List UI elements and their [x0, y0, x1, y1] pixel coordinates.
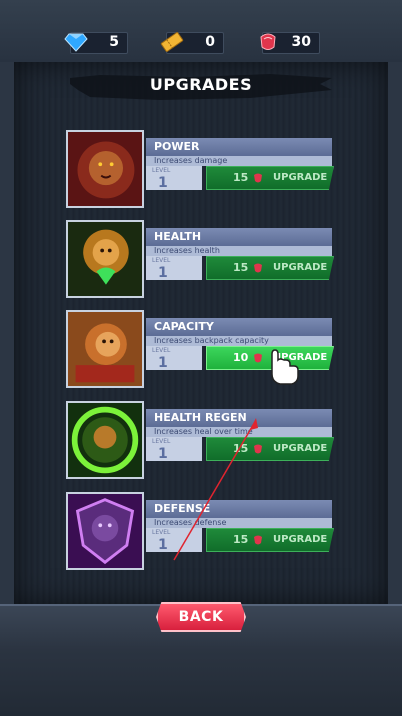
- left-frame: [0, 62, 14, 604]
- red-gem-icon: [260, 33, 276, 50]
- upgrade-button-health-regen[interactable]: 15 UPGRADE: [206, 437, 334, 461]
- upgrade-button-label: UPGRADE: [273, 352, 328, 363]
- right-frame: [388, 62, 402, 604]
- upgrade-title-bar: CAPACITY: [146, 318, 332, 336]
- level-box: LEVEL 1: [146, 346, 202, 371]
- upgrade-name: POWER: [154, 140, 200, 153]
- upgrade-button-label: UPGRADE: [273, 172, 328, 183]
- upgrade-card-power: POWER Increases damage LEVEL 1 15 UPGRAD…: [66, 130, 334, 208]
- upgrade-description: Increases health: [154, 246, 220, 255]
- level-label: LEVEL: [152, 438, 171, 445]
- upgrade-name: CAPACITY: [154, 320, 214, 333]
- upgrade-title-bar: DEFENSE: [146, 500, 332, 518]
- page-title: UPGRADES: [149, 75, 253, 94]
- red-gem-icon: [254, 173, 262, 183]
- upgrade-description: Increases heal over time: [154, 427, 253, 436]
- red-gem-icon: [254, 444, 262, 454]
- upgrade-button-label: UPGRADE: [273, 262, 328, 273]
- diamond-icon: [64, 33, 88, 52]
- upgrade-cost: 15: [233, 533, 249, 546]
- resource-bar: 5 0 30: [0, 0, 402, 62]
- back-button-label: BACK: [178, 609, 224, 625]
- diamond-count: 5: [109, 34, 119, 50]
- level-value: 1: [158, 175, 168, 191]
- upgrade-card-health-regen: HEALTH REGEN Increases heal over time LE…: [66, 401, 334, 479]
- upgrade-button-defense[interactable]: 15 UPGRADE: [206, 528, 334, 552]
- level-value: 1: [158, 265, 168, 281]
- upgrade-description-bar: Increases damage: [146, 156, 332, 166]
- upgrade-button-health[interactable]: 15 UPGRADE: [206, 256, 334, 280]
- upgrade-name: HEALTH: [154, 230, 202, 243]
- ticket-count: 0: [205, 34, 215, 50]
- red-gem-icon: [254, 263, 262, 273]
- red-gem-count: 30: [291, 34, 311, 50]
- upgrade-description-bar: Increases health: [146, 246, 332, 256]
- level-label: LEVEL: [152, 257, 171, 264]
- upgrade-title-bar: HEALTH: [146, 228, 332, 246]
- upgrade-button-label: UPGRADE: [273, 443, 328, 454]
- level-box: LEVEL 1: [146, 256, 202, 281]
- red-gem-counter: 30: [260, 32, 320, 54]
- level-box: LEVEL 1: [146, 166, 202, 191]
- ticket-icon: [160, 32, 184, 52]
- upgrade-description: Increases damage: [154, 156, 228, 165]
- upgrade-cost: 10: [233, 351, 249, 364]
- upgrade-button-label: UPGRADE: [273, 534, 328, 545]
- red-gem-icon: [254, 535, 262, 545]
- back-button[interactable]: BACK: [156, 602, 246, 632]
- upgrade-button-capacity[interactable]: 10 UPGRADE: [206, 346, 334, 370]
- upgrade-cost: 15: [233, 171, 249, 184]
- upgrade-description-bar: Increases heal over time: [146, 427, 332, 437]
- upgrade-cost: 15: [233, 261, 249, 274]
- upgrade-button-power[interactable]: 15 UPGRADE: [206, 166, 334, 190]
- health-lion-portrait: [66, 220, 144, 298]
- upgrade-card-defense: DEFENSE Increases defense LEVEL 1 15 UPG…: [66, 492, 334, 570]
- level-value: 1: [158, 355, 168, 371]
- upgrade-name: HEALTH REGEN: [154, 411, 247, 424]
- level-label: LEVEL: [152, 167, 171, 174]
- ticket-counter: 0: [160, 32, 224, 54]
- upgrade-description-bar: Increases backpack capacity: [146, 336, 332, 346]
- level-value: 1: [158, 537, 168, 553]
- upgrade-description: Increases defense: [154, 518, 227, 527]
- upgrade-description: Increases backpack capacity: [154, 336, 269, 345]
- upgrade-title-bar: POWER: [146, 138, 332, 156]
- level-label: LEVEL: [152, 529, 171, 536]
- power-lion-portrait: [66, 130, 144, 208]
- health-regen-lion-portrait: [66, 401, 144, 479]
- upgrade-card-capacity: CAPACITY Increases backpack capacity LEV…: [66, 310, 334, 388]
- diamond-counter: 5: [64, 32, 128, 54]
- level-label: LEVEL: [152, 347, 171, 354]
- red-gem-icon: [254, 353, 262, 363]
- upgrade-card-health: HEALTH Increases health LEVEL 1 15 UPGRA…: [66, 220, 334, 298]
- level-box: LEVEL 1: [146, 437, 202, 462]
- upgrade-cost: 15: [233, 442, 249, 455]
- upgrade-description-bar: Increases defense: [146, 518, 332, 528]
- level-value: 1: [158, 446, 168, 462]
- capacity-lion-portrait: [66, 310, 144, 388]
- upgrade-title-bar: HEALTH REGEN: [146, 409, 332, 427]
- upgrade-name: DEFENSE: [154, 502, 211, 515]
- level-box: LEVEL 1: [146, 528, 202, 553]
- defense-lion-shield-portrait: [66, 492, 144, 570]
